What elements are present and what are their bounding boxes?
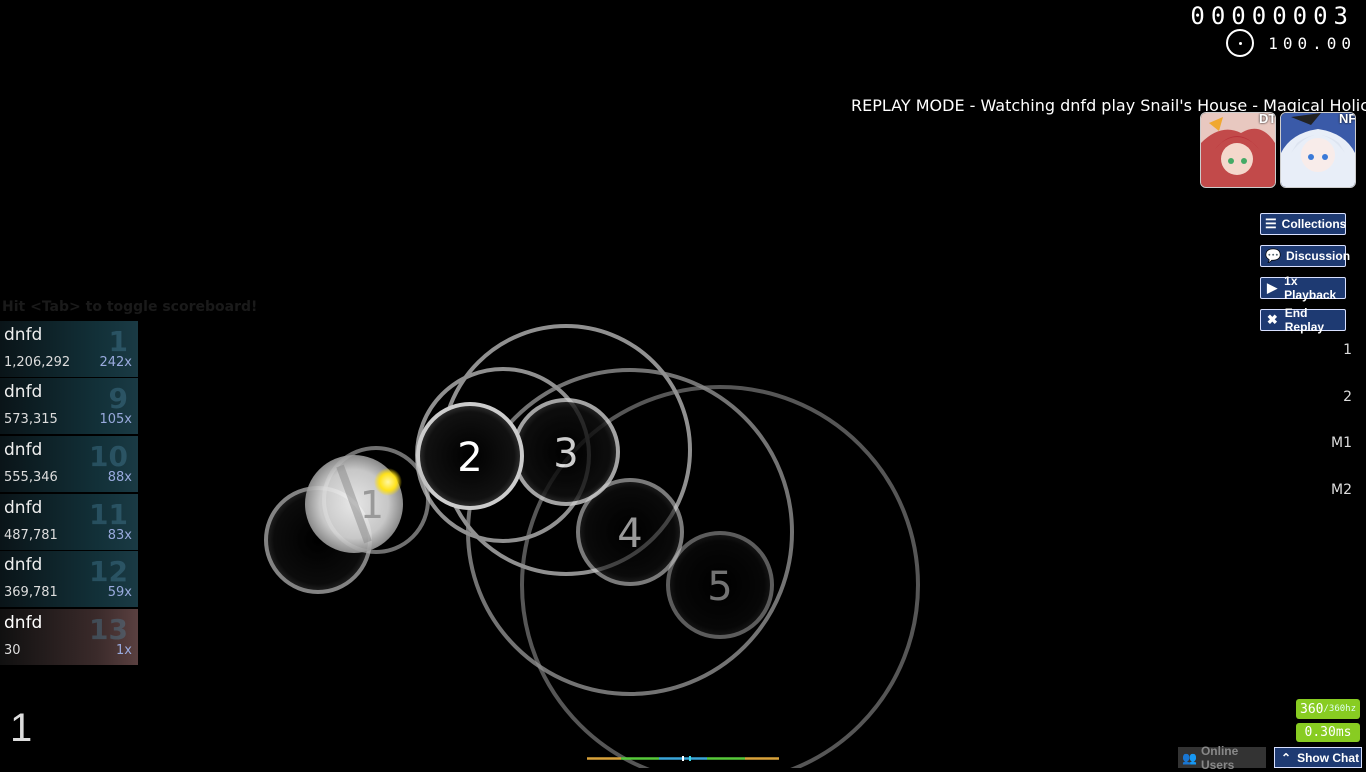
show-chat-label: Show Chat bbox=[1297, 750, 1360, 765]
fps-max: /360hz bbox=[1323, 704, 1356, 714]
playfield: 5 4 3 2 1 bbox=[264, 324, 920, 768]
latency-counter: 0.30ms bbox=[1296, 723, 1360, 742]
hit-circle-number: 2 bbox=[457, 435, 482, 481]
fps-value: 360 bbox=[1300, 701, 1324, 717]
hit-circle-3: 3 bbox=[512, 398, 620, 506]
online-users-label: Online Users bbox=[1200, 743, 1239, 772]
hit-circle-2: 2 bbox=[416, 402, 524, 510]
hit-circle-number: 3 bbox=[553, 431, 578, 477]
show-chat-button[interactable]: ⌃ Show Chat bbox=[1274, 747, 1362, 768]
fps-counter: 360/360hz bbox=[1296, 699, 1360, 719]
chevron-up-icon: ⌃ bbox=[1281, 750, 1292, 765]
online-users-button[interactable]: 👥 Online Users bbox=[1178, 744, 1266, 772]
hit-circle-number: 5 bbox=[707, 564, 732, 610]
hit-circle-5: 5 bbox=[666, 531, 774, 639]
hit-circle-number: 4 bbox=[617, 511, 642, 557]
hit-error-meter bbox=[587, 756, 779, 761]
users-icon: 👥 bbox=[1182, 750, 1197, 765]
cursor-icon bbox=[374, 468, 402, 496]
